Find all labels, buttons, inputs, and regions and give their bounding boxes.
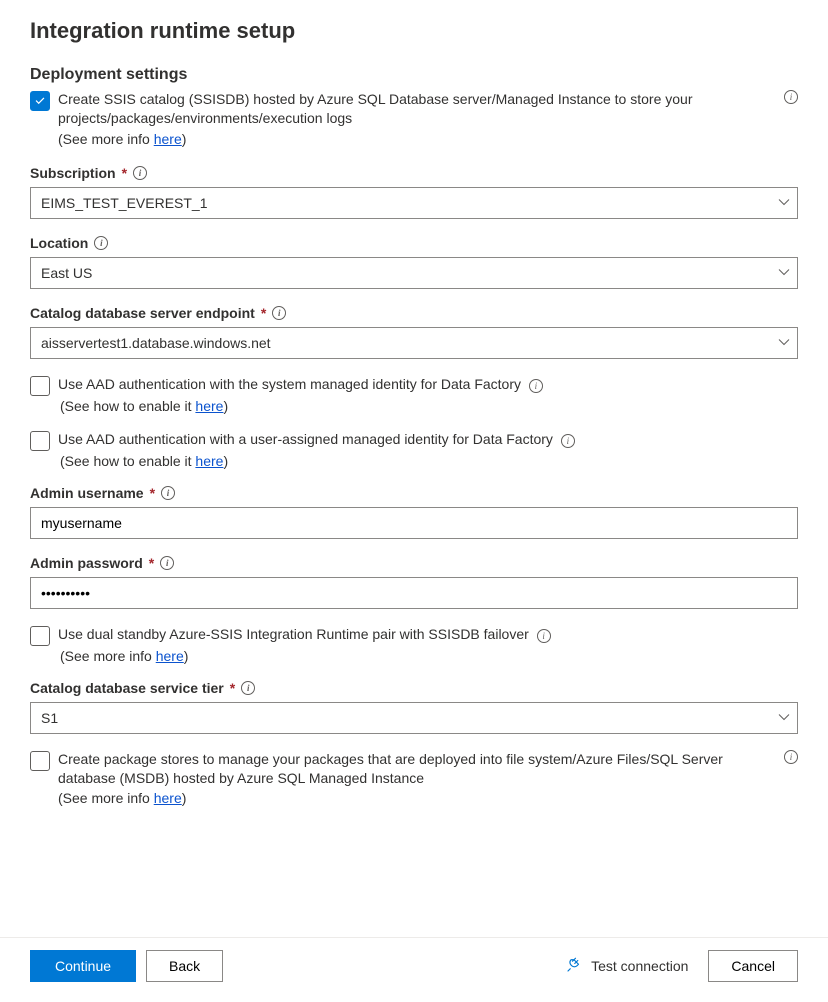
aad-system-note-suffix: ) (223, 398, 228, 414)
plug-icon (565, 956, 583, 977)
required-indicator: * (149, 555, 154, 571)
aad-user-note-suffix: ) (223, 453, 228, 469)
subscription-select[interactable]: EIMS_TEST_EVEREST_1 (30, 187, 798, 219)
aad-system-note-prefix: (See how to enable it (60, 398, 195, 414)
ssisdb-note-suffix: ) (182, 131, 187, 147)
location-select[interactable]: East US (30, 257, 798, 289)
required-indicator: * (122, 165, 127, 181)
subscription-label: Subscription (30, 165, 116, 181)
back-button[interactable]: Back (146, 950, 223, 982)
test-connection-label: Test connection (591, 958, 688, 974)
info-icon[interactable]: i (161, 486, 175, 500)
dual-standby-note-link[interactable]: here (156, 648, 184, 664)
required-indicator: * (150, 485, 155, 501)
service-tier-select[interactable]: S1 (30, 702, 798, 734)
admin-password-label: Admin password (30, 555, 143, 571)
required-indicator: * (261, 305, 266, 321)
ssisdb-note-link[interactable]: here (154, 131, 182, 147)
aad-system-checkbox[interactable] (30, 376, 50, 396)
aad-user-checkbox[interactable] (30, 431, 50, 451)
service-tier-value: S1 (41, 710, 58, 726)
catalog-endpoint-value: aisservertest1.database.windows.net (41, 335, 271, 351)
info-icon[interactable]: i (561, 434, 575, 448)
info-icon[interactable]: i (529, 379, 543, 393)
continue-button[interactable]: Continue (30, 950, 136, 982)
package-stores-checkbox[interactable] (30, 751, 50, 771)
info-icon[interactable]: i (160, 556, 174, 570)
info-icon[interactable]: i (537, 629, 551, 643)
info-icon[interactable]: i (94, 236, 108, 250)
admin-password-field[interactable] (30, 577, 798, 609)
catalog-endpoint-label: Catalog database server endpoint (30, 305, 255, 321)
dual-standby-note-suffix: ) (184, 648, 189, 664)
subscription-value: EIMS_TEST_EVEREST_1 (41, 195, 208, 211)
info-icon[interactable]: i (272, 306, 286, 320)
ssisdb-note-prefix: (See more info (58, 131, 154, 147)
info-icon[interactable]: i (784, 750, 798, 764)
package-stores-note-link[interactable]: here (154, 790, 182, 806)
aad-user-note-link[interactable]: here (195, 453, 223, 469)
dual-standby-label: Use dual standby Azure-SSIS Integration … (58, 626, 529, 642)
aad-system-note-link[interactable]: here (195, 398, 223, 414)
section-title-deployment: Deployment settings (30, 66, 798, 84)
aad-user-label: Use AAD authentication with a user-assig… (58, 431, 553, 447)
info-icon[interactable]: i (133, 166, 147, 180)
dual-standby-note-prefix: (See more info (60, 648, 156, 664)
location-value: East US (41, 265, 92, 281)
footer-bar: Continue Back Test connection Cancel (0, 937, 828, 1002)
ssisdb-checkbox[interactable] (30, 91, 50, 111)
required-indicator: * (230, 680, 235, 696)
service-tier-label: Catalog database service tier (30, 680, 224, 696)
aad-user-note-prefix: (See how to enable it (60, 453, 195, 469)
info-icon[interactable]: i (784, 90, 798, 104)
package-stores-label: Create package stores to manage your pac… (58, 751, 723, 786)
aad-system-label: Use AAD authentication with the system m… (58, 376, 521, 392)
package-stores-note-prefix: (See more info (58, 790, 154, 806)
dual-standby-checkbox[interactable] (30, 626, 50, 646)
ssisdb-checkbox-label: Create SSIS catalog (SSISDB) hosted by A… (58, 91, 692, 126)
test-connection-button[interactable]: Test connection (565, 956, 688, 977)
admin-username-label: Admin username (30, 485, 144, 501)
admin-username-field[interactable] (30, 507, 798, 539)
location-label: Location (30, 235, 88, 251)
cancel-button[interactable]: Cancel (708, 950, 798, 982)
catalog-endpoint-select[interactable]: aisservertest1.database.windows.net (30, 327, 798, 359)
package-stores-note-suffix: ) (182, 790, 187, 806)
page-title: Integration runtime setup (30, 18, 798, 44)
info-icon[interactable]: i (241, 681, 255, 695)
